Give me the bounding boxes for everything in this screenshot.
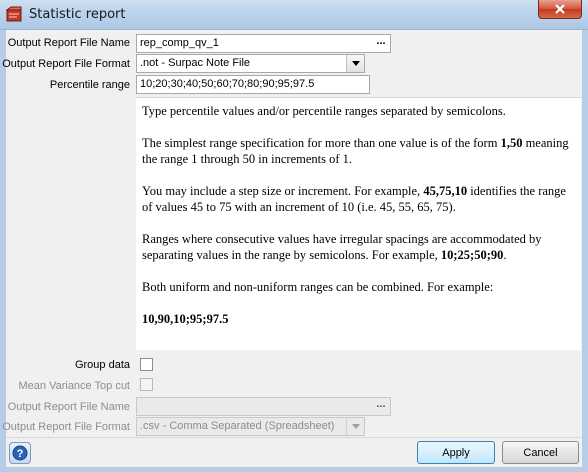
help-example: 1,50 (500, 136, 523, 150)
chevron-down-icon (351, 61, 360, 66)
percentile-range-input[interactable]: 10;20;30;40;50;60;70;80;90;95;97.5 (136, 75, 370, 94)
title-bar: Statistic report (0, 0, 588, 30)
help-example: 10;25;50;90 (440, 248, 504, 262)
help-text: The simplest range specification for mor… (142, 136, 501, 150)
mean-variance-label: Mean Variance Top cut (18, 380, 131, 392)
output-file-format-value: .not - Surpac Note File (140, 57, 251, 69)
help-text-panel: Type percentile values and/or percentile… (136, 97, 581, 350)
output-file-name-2-input[interactable]: ... (136, 397, 391, 416)
help-paragraph: Ranges where consecutive values have irr… (142, 231, 575, 263)
help-paragraph: The simplest range specification for mor… (142, 135, 575, 167)
output-file-format-label: Output Report File Format (2, 58, 130, 70)
help-example: 45,75,10 (423, 184, 468, 198)
help-text: You may include a step size or increment… (142, 184, 424, 198)
question-icon: ? (12, 445, 28, 461)
window-frame-right (582, 30, 588, 472)
help-example: 10,90,10;95;97.5 (142, 312, 229, 326)
cancel-button[interactable]: Cancel (502, 441, 579, 464)
mean-variance-checkbox[interactable] (140, 378, 153, 391)
output-file-name-input[interactable]: rep_comp_qv_1 ... (136, 34, 391, 53)
browse-button-2[interactable]: ... (374, 399, 388, 413)
group-data-checkbox[interactable] (140, 358, 153, 371)
dropdown-button[interactable] (346, 55, 364, 72)
help-paragraph: 10,90,10;95;97.5 (142, 311, 575, 327)
output-file-name-value: rep_comp_qv_1 (140, 37, 219, 49)
bottom-separator (6, 437, 582, 438)
output-file-format-2-label: Output Report File Format (2, 421, 130, 433)
close-button[interactable] (538, 0, 582, 19)
close-icon (555, 4, 565, 14)
help-paragraph: Type percentile values and/or percentile… (142, 103, 575, 119)
output-file-format-select[interactable]: .not - Surpac Note File (136, 54, 365, 73)
help-text: Both uniform and non-uniform ranges can … (142, 280, 494, 294)
help-button[interactable]: ? (9, 442, 31, 464)
percentile-range-label: Percentile range (49, 79, 130, 91)
output-file-format-2-value: .csv - Comma Separated (Spreadsheet) (140, 420, 335, 432)
output-file-name-2-label: Output Report File Name (7, 401, 130, 413)
dialog-body: Output Report File Name rep_comp_qv_1 ..… (2, 30, 582, 467)
apply-button[interactable]: Apply (417, 441, 495, 464)
window-title: Statistic report (29, 7, 126, 22)
svg-text:?: ? (17, 448, 24, 460)
browse-button[interactable]: ... (374, 36, 388, 50)
help-text: . (503, 248, 507, 262)
group-data-label: Group data (74, 359, 130, 371)
window-frame-bottom (0, 467, 588, 472)
output-file-name-label: Output Report File Name (7, 37, 130, 49)
output-file-format-2-select[interactable]: .csv - Comma Separated (Spreadsheet) (136, 417, 365, 436)
help-text: Type percentile values and/or percentile… (142, 104, 506, 118)
help-paragraph: Both uniform and non-uniform ranges can … (142, 279, 575, 295)
dropdown-button-2[interactable] (346, 418, 364, 435)
chevron-down-icon (351, 424, 360, 429)
percentile-range-value: 10;20;30;40;50;60;70;80;90;95;97.5 (140, 78, 315, 90)
app-icon (6, 6, 22, 22)
help-paragraph: You may include a step size or increment… (142, 183, 575, 215)
